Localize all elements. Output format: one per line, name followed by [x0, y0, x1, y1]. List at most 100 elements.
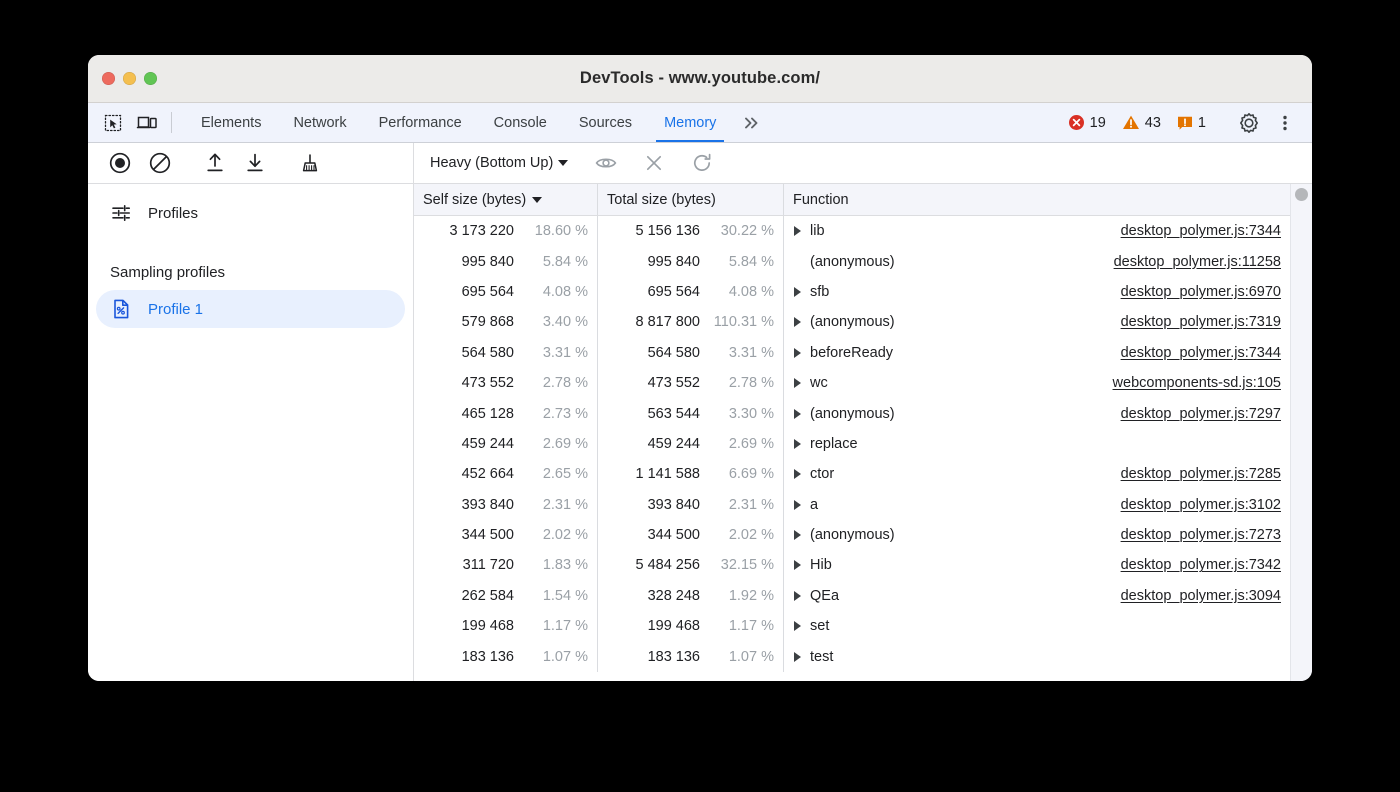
source-link[interactable]: desktop_polymer.js:7285: [1121, 466, 1281, 482]
view-mode-select[interactable]: Heavy (Bottom Up): [426, 153, 572, 173]
table-row[interactable]: 695 5644.08 %695 5644.08 %sfbdesktop_pol…: [414, 277, 1290, 307]
cell-total-size: 1 141 5886.69 %: [598, 459, 784, 489]
expand-triangle-icon[interactable]: [794, 409, 810, 419]
sidebar-item-profile-1[interactable]: Profile 1: [96, 290, 405, 328]
table-row[interactable]: 473 5522.78 %473 5522.78 %wcwebcomponent…: [414, 368, 1290, 398]
expand-triangle-icon[interactable]: [794, 621, 810, 631]
cell-total-size: 473 5522.78 %: [598, 368, 784, 398]
warning-count[interactable]: 43: [1115, 114, 1168, 131]
cell-total-size: 344 5002.02 %: [598, 520, 784, 550]
caret-right-icon: [794, 621, 801, 631]
table-row[interactable]: 262 5841.54 %328 2481.92 %QEadesktop_pol…: [414, 581, 1290, 611]
more-tabs-icon[interactable]: [732, 103, 772, 142]
sidebar-item-profiles[interactable]: Profiles: [96, 194, 405, 232]
tab-sources[interactable]: Sources: [563, 103, 648, 142]
table-row[interactable]: 452 6642.65 %1 141 5886.69 %ctordesktop_…: [414, 459, 1290, 489]
expand-triangle-icon[interactable]: [794, 652, 810, 662]
expand-triangle-icon[interactable]: [794, 560, 810, 570]
load-profile-button[interactable]: [195, 143, 235, 184]
source-link[interactable]: desktop_polymer.js:7297: [1121, 406, 1281, 422]
expand-triangle-icon[interactable]: [794, 530, 810, 540]
issue-count[interactable]: 1: [1170, 115, 1213, 131]
expand-triangle-icon[interactable]: [794, 500, 810, 510]
cell-self-size: 695 5644.08 %: [414, 277, 598, 307]
table-row[interactable]: 199 4681.17 %199 4681.17 %set: [414, 611, 1290, 641]
source-link[interactable]: desktop_polymer.js:3094: [1121, 588, 1281, 604]
tab-console[interactable]: Console: [478, 103, 563, 142]
expand-triangle-icon[interactable]: [794, 348, 810, 358]
self-size-bytes: 564 580: [462, 345, 514, 361]
collect-garbage-button[interactable]: [290, 143, 330, 184]
table-row[interactable]: 183 1361.07 %183 1361.07 %test: [414, 641, 1290, 671]
cell-self-size: 3 173 22018.60 %: [414, 216, 598, 246]
tab-elements[interactable]: Elements: [185, 103, 277, 142]
expand-triangle-icon[interactable]: [794, 378, 810, 388]
error-count[interactable]: 19: [1061, 114, 1113, 131]
minimize-window-button[interactable]: [123, 72, 136, 85]
column-header-function[interactable]: Function: [784, 184, 1290, 215]
expand-triangle-icon[interactable]: [794, 317, 810, 327]
inspect-element-icon[interactable]: [96, 103, 130, 142]
record-button[interactable]: [100, 143, 140, 184]
source-link[interactable]: desktop_polymer.js:7344: [1121, 223, 1281, 239]
function-name: (anonymous): [810, 527, 895, 543]
total-size-bytes: 1 141 588: [635, 466, 700, 482]
close-window-button[interactable]: [102, 72, 115, 85]
device-toolbar-icon[interactable]: [130, 103, 164, 142]
self-size-percent: 3.31 %: [514, 345, 588, 361]
source-link[interactable]: desktop_polymer.js:6970: [1121, 284, 1281, 300]
close-x-icon: [642, 151, 666, 175]
source-link[interactable]: desktop_polymer.js:3102: [1121, 497, 1281, 513]
tab-performance[interactable]: Performance: [363, 103, 478, 142]
column-header-label: Total size (bytes): [607, 192, 716, 208]
maximize-window-button[interactable]: [144, 72, 157, 85]
focus-selected-function-button[interactable]: [586, 143, 626, 184]
expand-triangle-icon[interactable]: [794, 591, 810, 601]
cell-function: beforeReadydesktop_polymer.js:7344: [784, 338, 1290, 368]
cell-function: wcwebcomponents-sd.js:105: [784, 368, 1290, 398]
cell-function: lib desktop_polymer.js:7344: [784, 216, 1290, 246]
source-link[interactable]: desktop_polymer.js:7273: [1121, 527, 1281, 543]
scrollbar-thumb[interactable]: [1295, 188, 1308, 201]
tab-label: Memory: [664, 115, 716, 131]
expand-triangle-icon[interactable]: [794, 439, 810, 449]
source-link[interactable]: desktop_polymer.js:7319: [1121, 314, 1281, 330]
expand-triangle-icon[interactable]: [794, 287, 810, 297]
column-header-total-size[interactable]: Total size (bytes): [598, 184, 784, 215]
source-link[interactable]: desktop_polymer.js:7342: [1121, 557, 1281, 573]
grid-rows: 3 173 22018.60 %5 156 13630.22 %libdeskt…: [414, 216, 1290, 681]
table-row[interactable]: 311 7201.83 %5 484 25632.15 %Hibdesktop_…: [414, 550, 1290, 580]
expand-triangle-icon[interactable]: [794, 469, 810, 479]
gear-icon[interactable]: [1232, 112, 1266, 134]
source-link[interactable]: desktop_polymer.js:7344: [1121, 345, 1281, 361]
table-row[interactable]: 995 8405.84 %995 8405.84 %(anonymous)des…: [414, 246, 1290, 276]
cell-function: test: [784, 641, 1290, 671]
table-row[interactable]: 459 2442.69 %459 2442.69 %replace: [414, 429, 1290, 459]
cell-total-size: 995 8405.84 %: [598, 246, 784, 276]
table-row[interactable]: 579 8683.40 %8 817 800110.31 %(anonymous…: [414, 307, 1290, 337]
table-row[interactable]: 3 173 22018.60 %5 156 13630.22 %libdeskt…: [414, 216, 1290, 246]
table-row[interactable]: 393 8402.31 %393 8402.31 %adesktop_polym…: [414, 490, 1290, 520]
vertical-scrollbar[interactable]: [1290, 184, 1312, 681]
expand-triangle-icon[interactable]: [794, 226, 810, 236]
tab-network[interactable]: Network: [277, 103, 362, 142]
caret-right-icon: [794, 439, 801, 449]
table-row[interactable]: 344 5002.02 %344 5002.02 %(anonymous)des…: [414, 520, 1290, 550]
column-header-self-size[interactable]: Self size (bytes): [414, 184, 598, 215]
restore-all-functions-button[interactable]: [682, 143, 722, 184]
table-row[interactable]: 564 5803.31 %564 5803.31 %beforeReadydes…: [414, 338, 1290, 368]
cell-total-size: 564 5803.31 %: [598, 338, 784, 368]
exclude-selected-function-button[interactable]: [634, 143, 674, 184]
function-name: lib: [810, 223, 825, 239]
source-link[interactable]: webcomponents-sd.js:105: [1113, 375, 1281, 391]
self-size-percent: 2.65 %: [514, 466, 588, 482]
source-link[interactable]: desktop_polymer.js:11258: [1114, 254, 1281, 270]
save-profile-button[interactable]: [235, 143, 275, 184]
self-size-bytes: 183 136: [462, 649, 514, 665]
cell-function: sfbdesktop_polymer.js:6970: [784, 277, 1290, 307]
clear-button[interactable]: [140, 143, 180, 184]
tab-memory[interactable]: Memory: [648, 103, 732, 142]
more-vertical-icon[interactable]: [1268, 113, 1302, 133]
table-row[interactable]: 465 1282.73 %563 5443.30 %(anonymous)des…: [414, 398, 1290, 428]
cell-function: ctordesktop_polymer.js:7285: [784, 459, 1290, 489]
